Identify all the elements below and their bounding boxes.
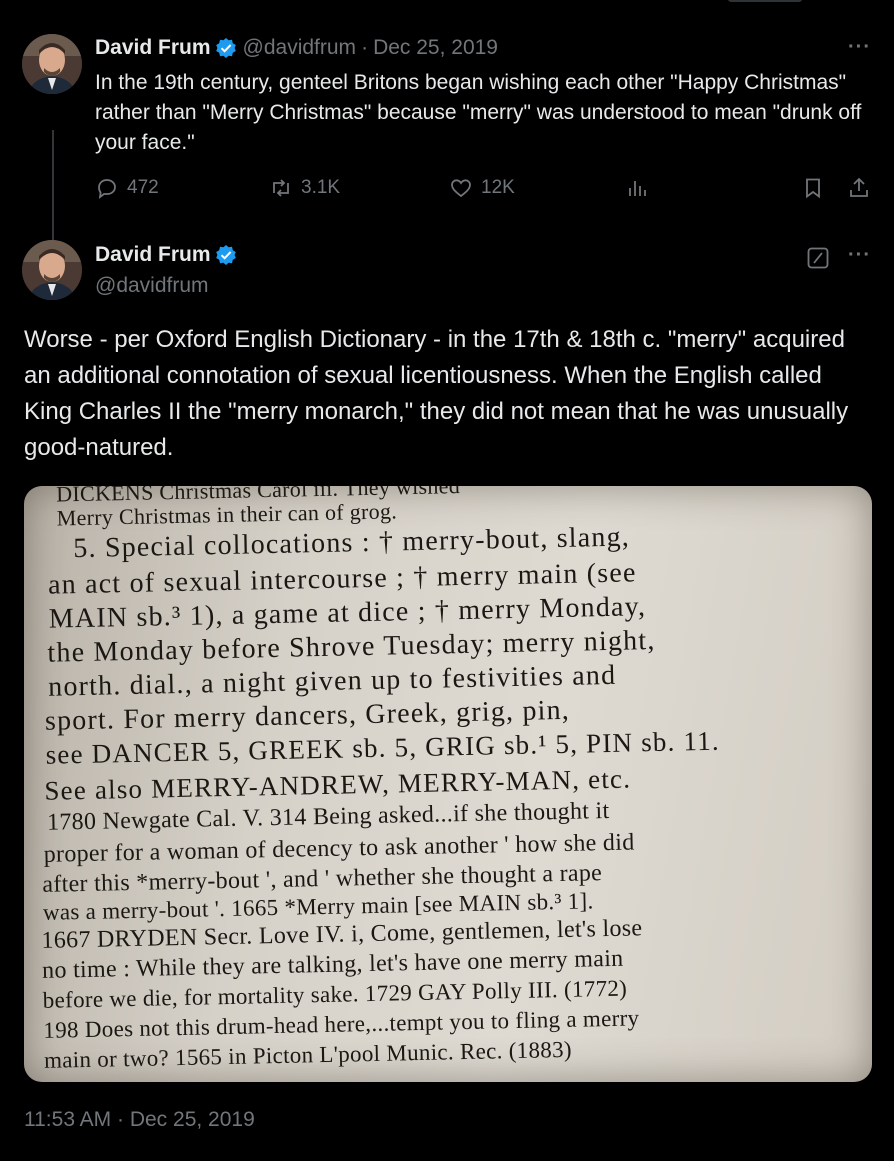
tweet-date[interactable]: Dec 25, 2019 [373, 36, 498, 60]
verified-badge-icon [215, 245, 236, 265]
parent-tweet[interactable]: David Frum @davidfrum · Dec 25, 2019 ···… [0, 30, 894, 266]
top-scroll-pill [728, 0, 802, 2]
separator-dot: · [361, 36, 369, 59]
bookmark-icon [806, 178, 820, 199]
tweet-timestamp[interactable]: 11:53 AM · Dec 25, 2019 [24, 1108, 255, 1132]
views-button[interactable] [625, 176, 657, 200]
action-bar: 472 3.1K 12K [95, 176, 875, 206]
avatar-photo-icon [22, 34, 82, 94]
display-name[interactable]: David Frum [95, 36, 211, 60]
main-tweet-text: Worse - per Oxford English Dictionary - … [24, 326, 849, 461]
repost-count: 3.1K [301, 177, 341, 198]
repost-icon [273, 179, 289, 197]
reply-button[interactable]: 472 [95, 176, 159, 200]
analytics-icon [629, 181, 646, 196]
main-name-row: David Frum [95, 243, 237, 267]
share-button[interactable] [847, 176, 879, 200]
more-icon[interactable]: ··· [848, 36, 871, 59]
parent-tweet-text: In the 19th century, genteel Britons beg… [95, 71, 862, 154]
avatar[interactable] [22, 34, 82, 94]
repost-button[interactable]: 3.1K [269, 176, 340, 200]
dictionary-photo[interactable]: DICKENS Christmas Carol iii. They wished… [24, 486, 872, 1082]
handle[interactable]: @davidfrum [243, 36, 357, 60]
more-icon[interactable]: ··· [848, 244, 871, 267]
display-name[interactable]: David Frum [95, 243, 211, 267]
dictionary-line: main or two? 1565 in Picton L'pool Munic… [43, 1036, 573, 1073]
main-tweet-header: David Frum @davidfrum ··· [0, 240, 894, 310]
reply-count: 472 [127, 177, 159, 198]
bookmark-button[interactable] [801, 176, 833, 200]
parent-name-row: David Frum @davidfrum · Dec 25, 2019 [95, 36, 498, 60]
grok-icon[interactable] [806, 246, 830, 270]
like-count: 12K [481, 177, 515, 198]
avatar[interactable] [22, 240, 82, 300]
like-button[interactable]: 12K [449, 176, 515, 200]
verified-badge-icon [215, 38, 236, 58]
handle[interactable]: @davidfrum [95, 274, 209, 298]
share-icon [850, 177, 868, 197]
avatar-photo-icon [22, 240, 82, 300]
heart-icon [451, 179, 471, 198]
reply-icon [98, 179, 116, 200]
